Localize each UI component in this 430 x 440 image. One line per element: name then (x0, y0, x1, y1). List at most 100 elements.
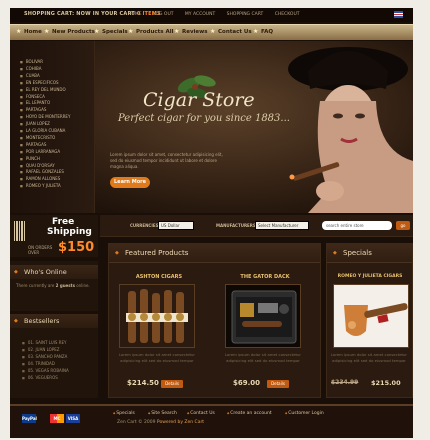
footer: PayPal MC VISA Specials Site Search Cont… (10, 404, 413, 438)
footer-link-site-search[interactable]: Site Search (148, 411, 177, 416)
product-price: $69.00 (233, 379, 261, 387)
product-name[interactable]: ROMEO Y JULIETA CIGARS (329, 274, 411, 279)
currency-select[interactable]: US Dollar (158, 221, 194, 230)
main-nav: ★ Home ★ New Products ★ Specials ★ Produ… (10, 24, 413, 40)
footer-link-create-account[interactable]: Create an account (227, 411, 271, 416)
nav-faq[interactable]: FAQ (261, 29, 273, 35)
category-link[interactable]: PARTAGAS (20, 107, 47, 112)
product-image[interactable] (119, 284, 195, 348)
top-link-account[interactable]: MY ACCOUNT (185, 12, 215, 17)
product-description: Lorem ipsum dolor sit amet consectetur a… (224, 352, 301, 363)
top-link-home[interactable]: HOME (128, 12, 142, 17)
category-link[interactable]: FONSECA (20, 94, 45, 99)
top-link-checkout[interactable]: CHECKOUT (275, 12, 300, 17)
nav-reviews[interactable]: Reviews (182, 29, 208, 35)
category-link[interactable]: MONTECRISTO (20, 135, 55, 140)
footer-link-specials[interactable]: Specials (113, 411, 135, 416)
search-input[interactable]: search entire store (322, 221, 392, 230)
store-tagline: Perfect cigar for you since 1883... (118, 113, 290, 124)
product-details-button[interactable]: Details (161, 380, 183, 388)
star-icon: ★ (128, 28, 134, 35)
nav-contact-us[interactable]: Contact Us (218, 29, 252, 35)
nav-new-products[interactable]: New Products (52, 29, 95, 35)
bestseller-link[interactable]: 04. TRINIDAD (22, 361, 55, 366)
bestseller-link[interactable]: 02. JUAN LOPEZ (22, 347, 60, 352)
bestsellers-box: Bestsellers 01. SAINT LUIS REY 02. JUAN L… (10, 314, 98, 398)
category-list: BOLIVAR COHIBA CUABA EN ESPECIFICOS EL REY D… (10, 41, 95, 213)
product-name[interactable]: ASHTON CIGARS (115, 274, 203, 280)
category-link[interactable]: QUAI D'ORSAY (20, 163, 55, 168)
free-shipping-amount: $150 (58, 240, 95, 255)
star-icon: ★ (253, 28, 259, 35)
featured-products-section: Featured Products ASHTON CIGARS (108, 243, 321, 398)
toolbar-strip: CURRENCIES: US Dollar MANUFACTURERS: Sel… (100, 215, 413, 237)
whos-online-prefix: There currently are (16, 283, 55, 288)
star-icon: ★ (44, 28, 50, 35)
product-name[interactable]: THE GATOR DACK (221, 274, 309, 280)
barcode-icon (14, 221, 26, 241)
footer-link-customer-login[interactable]: Customer Login (285, 411, 323, 416)
whos-online-text: There currently are 2 guests online. (16, 283, 96, 289)
star-icon: ★ (16, 28, 22, 35)
top-links: HOME LOG OUT MY ACCOUNT SHOPPING CART CH… (128, 12, 310, 17)
copyright: Zen Cart © 2009 Powered by Zen Cart (117, 420, 204, 425)
category-link[interactable]: RAMON ALLONES (20, 176, 60, 181)
top-link-cart[interactable]: SHOPPING CART (227, 12, 264, 17)
star-icon: ★ (210, 28, 216, 35)
category-link[interactable]: POR LARRANAGA (20, 149, 60, 154)
product-card[interactable]: ASHTON CIGARS Lorem ipsum dolor sit amet… (115, 274, 205, 396)
star-icon: ★ (174, 28, 180, 35)
bestseller-link[interactable]: 06. VEGUEROS (22, 375, 58, 380)
category-link[interactable]: CUABA (20, 73, 40, 78)
product-price: $215.00 (371, 379, 401, 387)
product-description: Lorem ipsum dolor sit amet consectetur a… (330, 352, 407, 363)
nav-home[interactable]: Home (24, 29, 42, 35)
category-link[interactable]: PUNCH (20, 156, 40, 161)
category-link[interactable]: EL REY DEL MUNDO (20, 87, 66, 92)
cart-summary-text: SHOPPING CART: NOW IN YOUR CART (24, 11, 135, 17)
product-details-button[interactable]: Details (267, 380, 289, 388)
top-link-logout[interactable]: LOG OUT (153, 12, 173, 17)
whos-online-box: Who's Online There currently are 2 guest… (10, 261, 98, 311)
search-go-button[interactable]: go (396, 221, 410, 230)
manufacturer-select[interactable]: Select Manufacturer (255, 221, 309, 230)
top-bar: SHOPPING CART: NOW IN YOUR CART 0 ITEMS … (10, 8, 413, 22)
special-product-card[interactable]: ROMEO Y JULIETA CIGARS Lorem ipsum dolor… (329, 274, 419, 396)
free-shipping-line2: Shipping (47, 227, 92, 237)
category-link[interactable]: HOYO DE MONTERREY (20, 114, 71, 119)
category-link[interactable]: EN ESPECIFICOS (20, 80, 59, 85)
bestseller-link[interactable]: 05. VEGAS ROBAINA (22, 368, 69, 373)
page: SHOPPING CART: NOW IN YOUR CART 0 ITEMS … (10, 8, 413, 438)
category-link[interactable]: ROMEO Y JULIETA (20, 183, 61, 188)
product-description: Lorem ipsum dolor sit amet consectetur a… (118, 352, 195, 363)
footer-link-contact-us[interactable]: Contact Us (187, 411, 215, 416)
currencies-label: CURRENCIES: (130, 223, 161, 228)
category-link[interactable]: EL LEPANTO (20, 100, 50, 105)
product-card[interactable]: THE GATOR DACK Lorem ipsum dolor sit ame… (221, 274, 311, 396)
nav-specials[interactable]: Specials (102, 29, 128, 35)
hero-body: Lorem ipsum dolor sit amet, consectetur … (110, 152, 223, 169)
product-image[interactable] (333, 284, 409, 348)
learn-more-button[interactable]: Learn More (110, 177, 150, 188)
category-link[interactable]: COHIBA (20, 66, 42, 71)
free-shipping-banner[interactable]: Free Shipping ON ORDERS OVER $150 (10, 215, 98, 257)
featured-products-title: Featured Products (109, 244, 320, 263)
star-icon: ★ (94, 28, 100, 35)
category-link[interactable]: LA GLORIA CUBANA (20, 128, 66, 133)
language-flag-icon[interactable] (394, 11, 403, 18)
paypal-icon: PayPal (22, 414, 37, 423)
bestseller-link[interactable]: 03. SANCHO PANZA (22, 354, 68, 359)
category-link[interactable]: PARTAGAS (20, 142, 47, 147)
product-image[interactable] (225, 284, 301, 348)
nav-products-all[interactable]: Products All (136, 29, 173, 35)
model-photo (288, 47, 413, 213)
whos-online-suffix: online. (76, 283, 90, 288)
category-link[interactable]: RAFAEL GONZALES (20, 169, 64, 174)
product-old-price: $234.99 (331, 379, 359, 386)
store-brand: Cigar Store (143, 89, 255, 111)
bestseller-link[interactable]: 01. SAINT LUIS REY (22, 340, 67, 345)
category-link[interactable]: JUAN LOPEZ (20, 121, 50, 126)
category-link[interactable]: BOLIVAR (20, 59, 43, 64)
powered-by-link[interactable]: Powered by Zen Cart (157, 420, 204, 425)
specials-section: Specials ROMEO Y JULIETA CIGARS Lorem ip… (326, 243, 413, 398)
